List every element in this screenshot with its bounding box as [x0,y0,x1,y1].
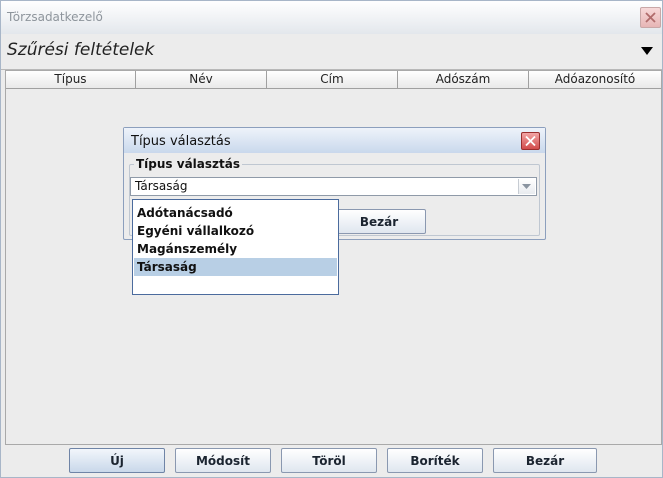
dialog-close-button[interactable]: Bezár [332,209,426,234]
dropdown-option-selected[interactable]: Társaság [134,258,337,276]
dialog-title: Típus választás [131,134,231,149]
delete-button[interactable]: Töröl [281,448,377,473]
window-close-button[interactable] [640,7,661,28]
column-header-name[interactable]: Név [136,71,267,88]
new-button[interactable]: Új [69,448,165,473]
column-header-address[interactable]: Cím [267,71,398,88]
column-header-tax-number[interactable]: Adószám [398,71,529,88]
edit-button[interactable]: Módosít [175,448,271,473]
filter-panel-header[interactable]: Szűrési feltételek [1,34,662,70]
filter-title: Szűrési feltételek [7,40,155,60]
table-header: Típus Név Cím Adószám Adóazonosító [6,71,661,89]
window-title: Törzsadatkezelő [7,10,103,24]
column-header-type[interactable]: Típus [6,71,136,88]
button-bar: Új Módosít Töröl Boríték Bezár [1,444,662,477]
combo-selected-value: Társaság [135,179,188,193]
chevron-down-icon [522,184,531,189]
envelope-button[interactable]: Boríték [387,448,483,473]
close-icon [525,135,536,147]
group-label: Típus választás [134,157,242,171]
column-header-tax-id[interactable]: Adóazonosító [529,71,661,88]
type-dropdown-list[interactable]: Adótanácsadó Egyéni vállalkozó Magánszem… [132,199,339,295]
dropdown-option[interactable]: Egyéni vállalkozó [134,222,337,240]
title-bar[interactable]: Törzsadatkezelő [1,1,662,34]
dialog-close-x-button[interactable] [521,132,540,150]
triangle-down-icon[interactable] [641,47,653,55]
combo-arrow-button[interactable] [518,179,535,194]
dialog-title-bar[interactable]: Típus választás [124,128,545,153]
close-icon [645,12,656,23]
dropdown-option[interactable]: Adótanácsadó [134,204,337,222]
close-button[interactable]: Bezár [493,448,597,473]
dropdown-option[interactable]: Magánszemély [134,240,337,258]
type-combo-box[interactable]: Társaság [130,177,537,196]
